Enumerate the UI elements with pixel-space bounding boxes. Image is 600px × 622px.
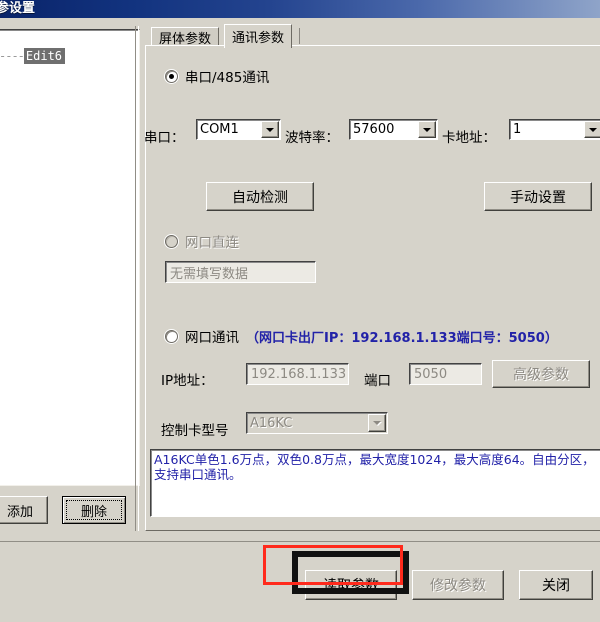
baud-combo[interactable]: 57600 — [349, 119, 438, 140]
port-label: 串口： — [144, 130, 185, 146]
card-model-combo[interactable]: A16KC — [246, 412, 388, 434]
chevron-down-icon[interactable] — [584, 121, 600, 138]
comm-params-panel: 串口/485通讯 串口： COM1 波特率： 57600 卡地址： 1 自动检测… — [144, 45, 600, 531]
radio-direct-network-label: 网口直连 — [185, 235, 239, 251]
auto-detect-button[interactable]: 自动检测 — [206, 182, 314, 211]
port-number-field[interactable]: 5050 — [409, 363, 482, 385]
vertical-divider — [135, 26, 139, 531]
radio-direct-network[interactable]: 网口直连 — [165, 231, 239, 251]
left-panel-buttons: 添加 删除 — [0, 494, 148, 528]
port-combo-value: COM1 — [200, 122, 239, 137]
tab-screen-params[interactable]: 屏体参数 — [151, 27, 220, 47]
port-number-label: 端口 — [364, 373, 391, 389]
window-titlebar: 参设置 — [0, 0, 600, 18]
radio-dot-icon — [165, 69, 178, 83]
card-model-combo-value: A16KC — [250, 415, 293, 431]
network-factory-note-text: （网口卡出厂IP：192.168.1.133端口号：5050） — [246, 331, 558, 346]
tree-item-edit6[interactable]: ---- Edit6 — [0, 48, 66, 64]
card-model-label: 控制卡型号 — [161, 423, 229, 439]
network-factory-note: （网口卡出厂IP：192.168.1.133端口号：5050） — [246, 327, 558, 346]
read-params-button[interactable]: 读取参数 — [305, 570, 397, 600]
object-tree-panel[interactable]: ---- Edit6 — [0, 29, 140, 486]
radio-network-comm-label: 网口通讯 — [185, 330, 239, 346]
chevron-down-icon[interactable] — [261, 121, 279, 138]
tab-strip-end-marker — [299, 28, 300, 44]
radio-network-comm[interactable]: 网口通讯 — [165, 326, 239, 346]
parameters-tab-control: 屏体参数 通讯参数 串口/485通讯 串口： COM1 波特率： 57600 卡… — [144, 24, 600, 531]
radio-dot-icon — [165, 234, 178, 248]
delete-button[interactable]: 删除 — [62, 496, 126, 524]
radio-serial-485-label: 串口/485通讯 — [185, 70, 270, 86]
direct-network-field[interactable]: 无需填写数据 — [165, 261, 316, 283]
tree-branch-line: ---- — [0, 49, 25, 63]
card-address-combo-value: 1 — [513, 122, 522, 137]
add-button[interactable]: 添加 — [0, 496, 48, 524]
tab-strip: 屏体参数 通讯参数 — [145, 24, 600, 48]
port-combo[interactable]: COM1 — [196, 119, 281, 140]
ip-address-field[interactable]: 192.168.1.133 — [246, 363, 349, 385]
window-title: 参设置 — [0, 1, 36, 16]
card-description-memo[interactable]: A16KC单色1.6万点，双色0.8万点，最大宽度1024，最大高度64。自由分… — [150, 449, 600, 517]
dialog-footer: 读取参数 修改参数 关闭 — [0, 543, 600, 622]
close-button[interactable]: 关闭 — [519, 570, 593, 600]
radio-serial-485[interactable]: 串口/485通讯 — [165, 66, 269, 86]
tab-comm-params[interactable]: 通讯参数 — [224, 24, 293, 48]
chevron-down-icon[interactable] — [368, 414, 386, 432]
baud-combo-value: 57600 — [353, 122, 395, 137]
ip-address-label: IP地址： — [161, 373, 214, 389]
baud-label: 波特率： — [285, 130, 339, 146]
screen-parameter-settings-window: 参设置 ---- Edit6 添加 删除 屏体参数 通讯参数 串口/485通讯 … — [0, 0, 600, 622]
focus-ring — [66, 500, 122, 520]
window-client-area: ---- Edit6 添加 删除 屏体参数 通讯参数 串口/485通讯 串口： … — [0, 18, 600, 622]
tree-item-label: Edit6 — [23, 48, 66, 64]
radio-dot-icon — [165, 329, 178, 343]
card-address-combo[interactable]: 1 — [509, 119, 600, 140]
modify-params-button[interactable]: 修改参数 — [412, 570, 504, 600]
card-address-label: 卡地址： — [442, 130, 496, 146]
advanced-params-button[interactable]: 高级参数 — [492, 360, 590, 388]
chevron-down-icon[interactable] — [418, 121, 436, 138]
manual-setup-button[interactable]: 手动设置 — [484, 182, 592, 211]
